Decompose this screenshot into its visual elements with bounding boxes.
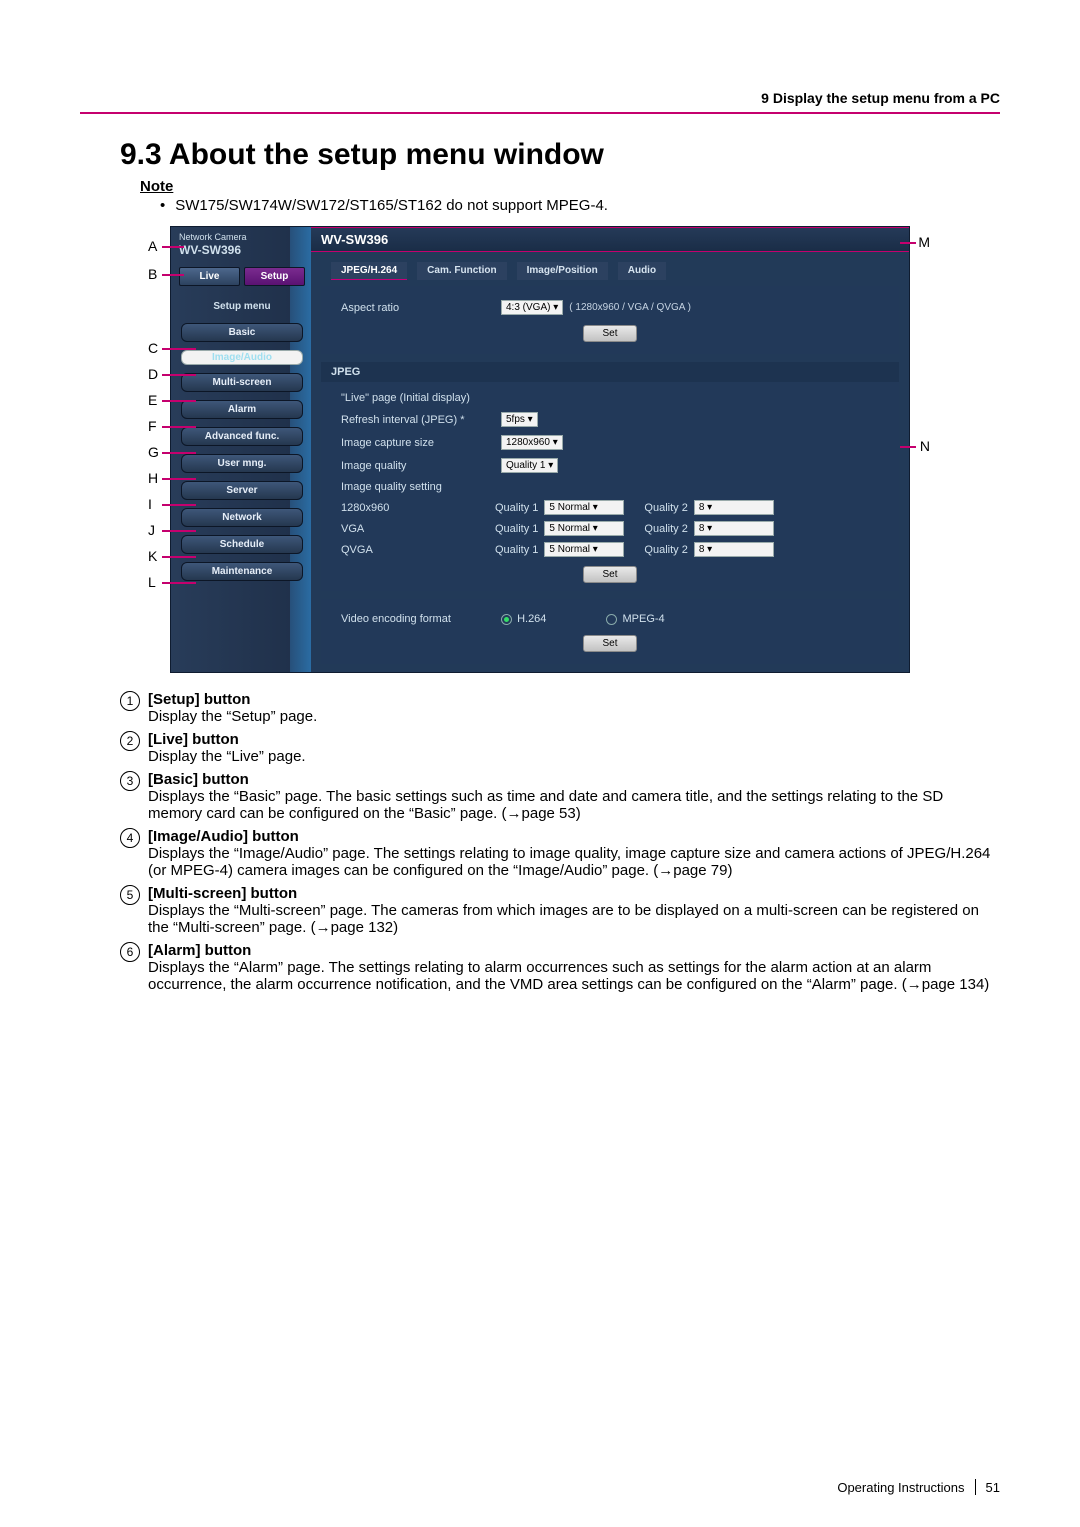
footer-page: 51 bbox=[986, 1480, 1000, 1495]
marker-J: J bbox=[148, 522, 155, 538]
def-title-1: [Setup] button bbox=[148, 691, 250, 708]
page-title: 9.3 About the setup menu window bbox=[120, 138, 1000, 172]
titlebar: WV-SW396 bbox=[311, 227, 909, 252]
footer-label: Operating Instructions bbox=[837, 1480, 964, 1495]
q2-select-0[interactable]: 8 ▾ bbox=[694, 500, 774, 515]
menu-advanced-func[interactable]: Advanced func. bbox=[181, 427, 303, 446]
capture-size-select[interactable]: 1280x960 ▾ bbox=[501, 435, 563, 450]
setup-window-figure: A B C D E F G H I J K L M N Network Came… bbox=[170, 226, 910, 673]
page-footer: Operating Instructions 51 bbox=[80, 1479, 1000, 1495]
def-title-3: [Basic] button bbox=[148, 771, 249, 788]
radio-h264[interactable]: H.264 bbox=[501, 613, 546, 625]
def-body-4: Displays the “Image/Audio” page. The set… bbox=[148, 845, 990, 879]
video-encoding-label: Video encoding format bbox=[341, 613, 501, 625]
def-marker-5: 5 bbox=[120, 885, 148, 936]
def-body-6: Displays the “Alarm” page. The settings … bbox=[148, 959, 989, 993]
menu-network[interactable]: Network bbox=[181, 508, 303, 527]
menu-basic[interactable]: Basic bbox=[181, 323, 303, 342]
radio-mpeg4[interactable]: MPEG-4 bbox=[606, 613, 664, 625]
live-button[interactable]: Live bbox=[179, 267, 240, 286]
marker-C: C bbox=[148, 340, 158, 356]
def-marker-1: 1 bbox=[120, 691, 148, 725]
brand-line: Network Camera bbox=[173, 231, 311, 243]
capture-size-label: Image capture size bbox=[341, 437, 501, 449]
def-marker-6: 6 bbox=[120, 942, 148, 993]
q1-select-1[interactable]: 5 Normal ▾ bbox=[544, 521, 624, 536]
q2-select-1[interactable]: 8 ▾ bbox=[694, 521, 774, 536]
bullet: • bbox=[160, 197, 165, 214]
def-body-5: Displays the “Multi-screen” page. The ca… bbox=[148, 902, 979, 936]
iq-size-0: 1280x960 bbox=[341, 502, 491, 514]
breadcrumb: 9 Display the setup menu from a PC bbox=[80, 90, 1000, 106]
def-body-2: Display the “Live” page. bbox=[148, 748, 306, 765]
aspect-ratio-select[interactable]: 4:3 (VGA) ▾ bbox=[501, 300, 563, 315]
live-page-init-label: "Live" page (Initial display) bbox=[341, 392, 501, 404]
refresh-interval-label: Refresh interval (JPEG) * bbox=[341, 414, 501, 426]
definitions-list: 1[Setup] buttonDisplay the “Setup” page.… bbox=[80, 691, 1000, 993]
marker-I: I bbox=[148, 496, 152, 512]
marker-D: D bbox=[148, 366, 158, 382]
divider bbox=[80, 112, 1000, 114]
marker-E: E bbox=[148, 392, 157, 408]
setup-menu-label: Setup menu bbox=[179, 298, 305, 315]
image-quality-label: Image quality bbox=[341, 460, 501, 472]
menu-multi-screen[interactable]: Multi-screen bbox=[181, 373, 303, 392]
marker-H: H bbox=[148, 470, 158, 486]
menu-schedule[interactable]: Schedule bbox=[181, 535, 303, 554]
menu-server[interactable]: Server bbox=[181, 481, 303, 500]
iq-size-2: QVGA bbox=[341, 544, 491, 556]
menu-maintenance[interactable]: Maintenance bbox=[181, 562, 303, 581]
menu-user-mng[interactable]: User mng. bbox=[181, 454, 303, 473]
set-button-3[interactable]: Set bbox=[583, 635, 636, 652]
jpeg-heading: JPEG bbox=[321, 362, 899, 382]
marker-F: F bbox=[148, 418, 157, 434]
tab-cam-function[interactable]: Cam. Function bbox=[417, 262, 506, 280]
marker-M: M bbox=[918, 234, 930, 250]
marker-G: G bbox=[148, 444, 159, 460]
def-marker-4: 4 bbox=[120, 828, 148, 879]
def-body-1: Display the “Setup” page. bbox=[148, 708, 317, 725]
tab-image-position[interactable]: Image/Position bbox=[517, 262, 608, 280]
aspect-ratio-label: Aspect ratio bbox=[341, 302, 501, 314]
marker-K: K bbox=[148, 548, 157, 564]
iq-size-1: VGA bbox=[341, 523, 491, 535]
set-button-1[interactable]: Set bbox=[583, 325, 636, 342]
def-body-3: Displays the “Basic” page. The basic set… bbox=[148, 788, 943, 822]
aspect-ratio-hint: ( 1280x960 / VGA / QVGA ) bbox=[569, 302, 691, 313]
def-title-5: [Multi-screen] button bbox=[148, 885, 297, 902]
note-heading: Note bbox=[140, 178, 1000, 195]
def-title-6: [Alarm] button bbox=[148, 942, 251, 959]
q1-select-2[interactable]: 5 Normal ▾ bbox=[544, 542, 624, 557]
def-title-4: [Image/Audio] button bbox=[148, 828, 299, 845]
image-quality-select[interactable]: Quality 1 ▾ bbox=[501, 458, 558, 473]
note-text: SW175/SW174W/SW172/ST165/ST162 do not su… bbox=[175, 197, 608, 214]
refresh-interval-select[interactable]: 5fps ▾ bbox=[501, 412, 538, 427]
marker-A: A bbox=[148, 238, 157, 254]
def-title-2: [Live] button bbox=[148, 731, 239, 748]
tab-audio[interactable]: Audio bbox=[618, 262, 666, 280]
menu-alarm[interactable]: Alarm bbox=[181, 400, 303, 419]
q1-select-0[interactable]: 5 Normal ▾ bbox=[544, 500, 624, 515]
marker-N: N bbox=[920, 438, 930, 454]
brand-model: WV-SW396 bbox=[173, 243, 311, 265]
marker-L: L bbox=[148, 574, 156, 590]
iq-setting-heading: Image quality setting bbox=[341, 481, 501, 493]
def-marker-2: 2 bbox=[120, 731, 148, 765]
set-button-2[interactable]: Set bbox=[583, 566, 636, 583]
setup-button[interactable]: Setup bbox=[244, 267, 305, 286]
marker-B: B bbox=[148, 266, 157, 282]
q2-select-2[interactable]: 8 ▾ bbox=[694, 542, 774, 557]
def-marker-3: 3 bbox=[120, 771, 148, 822]
tab-jpeg-h264[interactable]: JPEG/H.264 bbox=[331, 262, 407, 280]
menu-image-audio[interactable]: Image/Audio bbox=[181, 350, 303, 365]
